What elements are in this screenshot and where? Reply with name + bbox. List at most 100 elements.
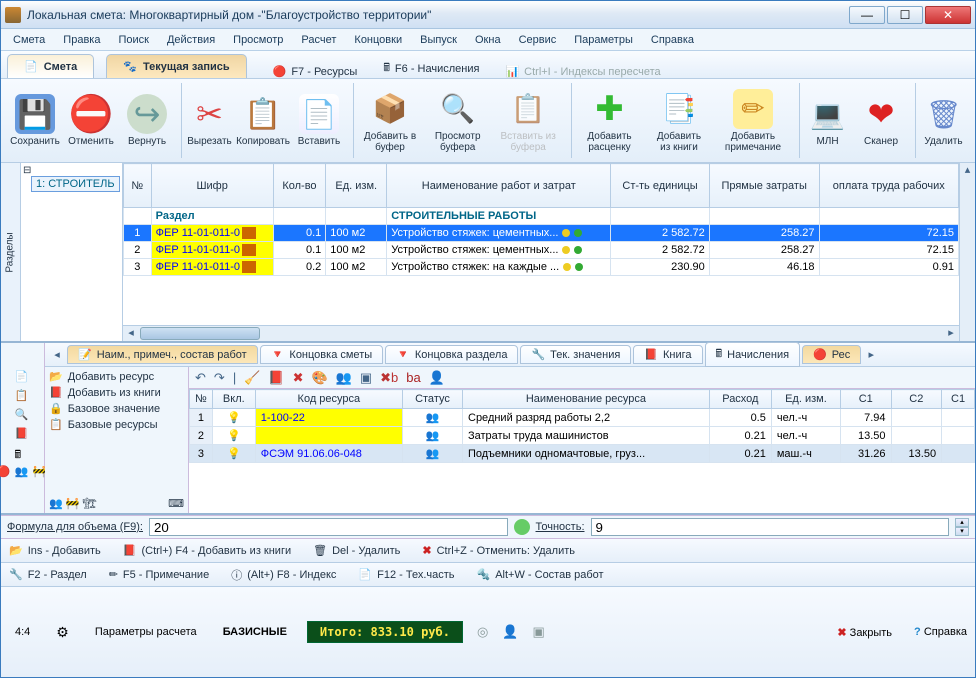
rcol-on[interactable]: Вкл. (212, 390, 255, 409)
rtool-ba[interactable]: ba (406, 370, 420, 385)
filter-icon3[interactable]: 🏗 (82, 497, 96, 510)
menu-view[interactable]: Просмотр (225, 32, 291, 48)
close-button[interactable]: ✕ (925, 6, 971, 24)
col-code[interactable]: Шифр (151, 164, 273, 208)
toolbar-mln[interactable]: МЛН (799, 83, 851, 158)
action-base-value[interactable]: 🔒 Базовое значение (49, 402, 184, 415)
link-f7-resources[interactable]: 🔴 F7 - Ресурсы (273, 65, 358, 78)
col-unit[interactable]: Ед. изм. (326, 164, 387, 208)
rtool-people[interactable]: 👥 (336, 370, 352, 386)
toolbar-addrate[interactable]: Добавить расценку (571, 83, 643, 158)
rtool-user[interactable]: 👤 (429, 370, 445, 386)
menu-params[interactable]: Параметры (566, 32, 641, 48)
table-row[interactable]: 2💡👥Затраты труда машинистов0.21чел.-ч13.… (190, 427, 975, 445)
lower-tab-current-values[interactable]: 🔧 Тек. значения (520, 345, 631, 364)
rcol-qty[interactable]: Расход (709, 390, 771, 409)
filter-icon2[interactable]: 🚧 (66, 497, 80, 510)
menu-pravka[interactable]: Правка (55, 32, 108, 48)
menu-calc[interactable]: Расчет (293, 32, 344, 48)
minimize-button[interactable]: — (849, 6, 885, 24)
rcol-c2[interactable]: С2 (891, 390, 942, 409)
rtool-del[interactable]: ✖ (293, 370, 304, 386)
rtool-book[interactable]: 📕 (268, 370, 284, 386)
status-ico-1[interactable]: ◎ (477, 624, 488, 640)
link-f6-charges[interactable]: 🖩 F6 - Начисления (383, 59, 479, 78)
menu-smeta[interactable]: Смета (5, 32, 53, 48)
lower-tab-end-section[interactable]: 🔻 Концовка раздела (385, 345, 518, 364)
menu-output[interactable]: Выпуск (412, 32, 465, 48)
toolbar-scan[interactable]: Сканер (855, 83, 907, 158)
outline-node[interactable]: 1: СТРОИТЕЛЬ (31, 176, 120, 192)
act-altw-compose[interactable]: 🔩 Alt+W - Состав работ (477, 568, 604, 581)
lower-tab-nav-left[interactable]: ◂ (49, 348, 65, 361)
act-ctrlf4-addbook[interactable]: 📕 (Ctrl+) F4 - Добавить из книги (123, 544, 291, 557)
rtool-erase[interactable]: 🧹 (244, 370, 260, 386)
act-f2-section[interactable]: 🔧 F2 - Раздел (9, 568, 87, 581)
rcol-c3[interactable]: С1 (942, 390, 975, 409)
col-name[interactable]: Наименование работ и затрат (387, 164, 611, 208)
close-button-status[interactable]: ✖ Закрыть (837, 626, 892, 639)
rtool-xb[interactable]: ✖b (380, 370, 398, 386)
toolbar-del[interactable]: Удалить (915, 83, 967, 158)
rcol-status[interactable]: Статус (402, 390, 462, 409)
toolbar-redo[interactable]: Вернуть (121, 83, 173, 158)
menu-poisk[interactable]: Поиск (110, 32, 156, 48)
lower-tab-resources[interactable]: 🔴 Рес (802, 345, 861, 364)
precision-stepper[interactable]: ▴▾ (955, 518, 969, 536)
table-row[interactable]: 2ФЕР 11-01-011-00.1100 м2Устройство стяж… (124, 242, 959, 259)
formula-input[interactable] (149, 518, 508, 536)
status-ico-3[interactable]: ▣ (533, 624, 545, 640)
rcol-unit[interactable]: Ед. изм. (771, 390, 840, 409)
vertical-scrollbar[interactable]: ▴ (959, 163, 975, 341)
sidebar-icon5[interactable]: 🖩 (15, 446, 31, 462)
tab-current[interactable]: 🐾 Текущая запись (106, 54, 246, 78)
table-row[interactable]: 3💡ФСЭМ 91.06.06-048👥Подъемники одномачто… (190, 445, 975, 463)
formula-apply-icon[interactable] (514, 519, 530, 535)
sidebar-icon1[interactable]: 📄 (15, 370, 31, 386)
precision-input[interactable] (591, 518, 950, 536)
menu-help[interactable]: Справка (643, 32, 702, 48)
lower-tab-name[interactable]: 📝 Наим., примеч., состав работ (67, 345, 258, 364)
menu-windows[interactable]: Окна (467, 32, 509, 48)
lower-tab-end-smeta[interactable]: 🔻 Концовка сметы (260, 345, 383, 364)
act-f12-tech[interactable]: 📄 F12 - Тех.часть (358, 568, 454, 581)
toolbar-cut[interactable]: Вырезать (181, 83, 233, 158)
rtool-undo[interactable]: ↶ (195, 370, 206, 386)
sidebar-icon4[interactable]: 📕 (15, 427, 31, 443)
rcol-name[interactable]: Наименование ресурса (463, 390, 710, 409)
rcol-code[interactable]: Код ресурса (255, 390, 402, 409)
act-ctrlz-undo[interactable]: ✖ Ctrl+Z - Отменить: Удалить (422, 544, 575, 557)
rtool-paint[interactable]: 🎨 (311, 370, 327, 386)
tab-smeta[interactable]: 📄 Смета (7, 54, 94, 78)
outline-pane[interactable]: ⊟ 1: СТРОИТЕЛЬ (21, 163, 123, 341)
sidebar-icon2[interactable]: 📋 (15, 389, 31, 405)
settings-icon[interactable]: ⚙ (50, 622, 75, 643)
sidebar-icon6[interactable]: 🔴 (0, 465, 13, 481)
rcol-c1[interactable]: С1 (840, 390, 891, 409)
table-row[interactable]: 1💡1-100-22👥Средний разряд работы 2,20.5ч… (190, 409, 975, 427)
act-ins-add[interactable]: 📂 Ins - Добавить (9, 544, 101, 557)
help-button-status[interactable]: ? Справка (914, 626, 967, 638)
menu-endings[interactable]: Концовки (346, 32, 410, 48)
toolbar-paste[interactable]: Вставить (293, 83, 345, 158)
toolbar-undo[interactable]: Отменить (65, 83, 117, 158)
toolbar-addnote[interactable]: Добавить примечание (715, 83, 791, 158)
menu-actions[interactable]: Действия (159, 32, 223, 48)
act-del[interactable]: 🗑 Del - Удалить (313, 544, 400, 557)
lower-tab-charges[interactable]: 🖩 Начисления (705, 342, 801, 367)
toolbar-addbook[interactable]: Добавить из книги (647, 83, 711, 158)
col-qty[interactable]: Кол-во (273, 164, 326, 208)
sections-sidebar[interactable]: Разделы (1, 163, 21, 341)
toolbar-copy[interactable]: Копировать (237, 83, 289, 158)
col-labor[interactable]: оплата труда рабочих (819, 164, 958, 208)
lower-tab-nav-right[interactable]: ▸ (863, 348, 879, 361)
sidebar-icon7[interactable]: 👥 (15, 465, 31, 481)
horizontal-scrollbar[interactable]: ◂▸ (123, 325, 959, 341)
col-unitcost[interactable]: Ст-ть единицы (611, 164, 710, 208)
sidebar-icon3[interactable]: 🔍 (15, 408, 31, 424)
rtool-redo[interactable]: ↷ (214, 370, 225, 386)
col-n[interactable]: № (124, 164, 152, 208)
lower-tab-book[interactable]: 📕 Книга (633, 345, 702, 364)
filter-icon4[interactable]: ⌨ (168, 497, 184, 510)
table-row[interactable]: 1ФЕР 11-01-011-00.1100 м2Устройство стяж… (124, 225, 959, 242)
